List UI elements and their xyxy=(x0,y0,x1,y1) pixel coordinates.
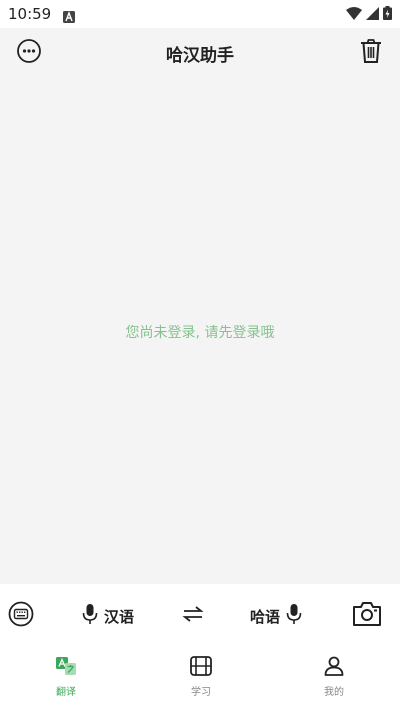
status-time: 10:59 xyxy=(8,5,52,23)
page-title: 哈汉助手 xyxy=(166,45,234,66)
person-icon xyxy=(323,656,345,680)
delete-button[interactable] xyxy=(356,38,386,68)
swap-icon xyxy=(182,605,204,627)
app-header: 哈汉助手 xyxy=(0,28,400,78)
tab-mine-label: 我的 xyxy=(324,687,344,698)
source-language-button[interactable]: 汉语 xyxy=(82,600,134,632)
status-bar: 10:59 xyxy=(0,0,400,28)
tab-learn-label: 学习 xyxy=(191,687,211,698)
battery-icon xyxy=(383,5,392,24)
camera-button[interactable] xyxy=(352,600,382,632)
login-prompt[interactable]: 您尚未登录, 请先登录哦 xyxy=(0,322,400,342)
swap-languages-button[interactable] xyxy=(182,600,204,632)
tab-translate-label: 翻译 xyxy=(56,687,76,698)
tab-mine[interactable]: 我的 xyxy=(294,656,374,698)
wifi-icon xyxy=(346,5,362,24)
tab-translate[interactable]: 翻译 xyxy=(26,656,106,698)
translate-icon xyxy=(55,656,77,680)
source-language-label: 汉语 xyxy=(104,607,135,626)
microphone-icon xyxy=(82,603,98,629)
learn-icon xyxy=(190,656,212,680)
input-bar: 汉语 哈语 xyxy=(0,584,400,648)
keyboard-icon xyxy=(8,601,34,631)
app-notification-icon xyxy=(63,8,76,23)
microphone-icon xyxy=(286,603,302,629)
signal-icon xyxy=(366,5,379,24)
more-options-button[interactable] xyxy=(14,38,44,68)
target-language-label: 哈语 xyxy=(250,607,281,626)
tab-learn[interactable]: 学习 xyxy=(161,656,241,698)
more-icon xyxy=(16,38,42,68)
camera-icon xyxy=(352,601,382,631)
keyboard-button[interactable] xyxy=(8,600,34,632)
translation-area: 您尚未登录, 请先登录哦 xyxy=(0,78,400,584)
target-language-button[interactable]: 哈语 xyxy=(250,600,302,632)
trash-icon xyxy=(359,38,383,68)
bottom-tab-bar: 翻译 学习 我的 xyxy=(0,648,400,710)
